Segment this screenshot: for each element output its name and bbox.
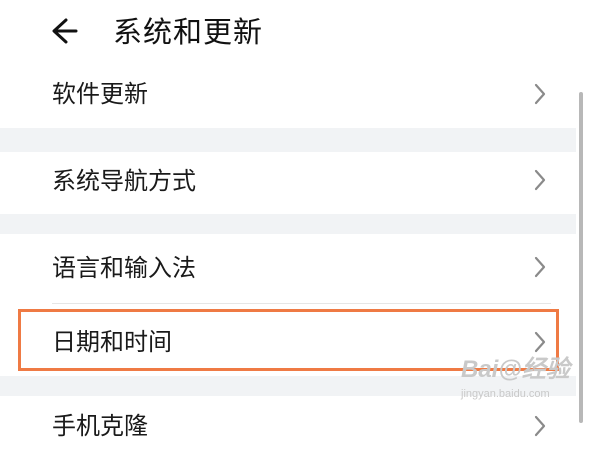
page-title: 系统和更新 bbox=[113, 15, 264, 49]
menu-item-label: 日期和时间 bbox=[52, 328, 172, 356]
chevron-right-icon bbox=[534, 415, 546, 437]
chevron-right-icon bbox=[534, 331, 546, 353]
scrollbar[interactable] bbox=[579, 92, 583, 423]
back-arrow-icon bbox=[52, 18, 78, 44]
menu-item-system-navigation[interactable]: 系统导航方式 bbox=[0, 152, 576, 214]
menu-item-label: 语言和输入法 bbox=[52, 254, 196, 282]
chevron-right-icon bbox=[534, 169, 546, 191]
section-gap bbox=[0, 214, 576, 234]
back-button[interactable] bbox=[46, 10, 90, 54]
menu-item-phone-clone[interactable]: 手机克隆 bbox=[0, 396, 576, 456]
app-header: 系统和更新 bbox=[0, 0, 601, 66]
menu-item-date-time[interactable]: 日期和时间 bbox=[0, 304, 576, 376]
section-gap bbox=[0, 376, 576, 396]
menu-item-label: 系统导航方式 bbox=[52, 167, 196, 195]
menu-item-software-update[interactable]: 软件更新 bbox=[0, 66, 576, 128]
chevron-right-icon bbox=[534, 256, 546, 278]
chevron-right-icon bbox=[534, 83, 546, 105]
menu-item-label: 手机克隆 bbox=[52, 412, 148, 440]
section-gap bbox=[0, 128, 576, 152]
menu-item-label: 软件更新 bbox=[52, 80, 148, 108]
menu-item-language-input[interactable]: 语言和输入法 bbox=[0, 234, 576, 304]
